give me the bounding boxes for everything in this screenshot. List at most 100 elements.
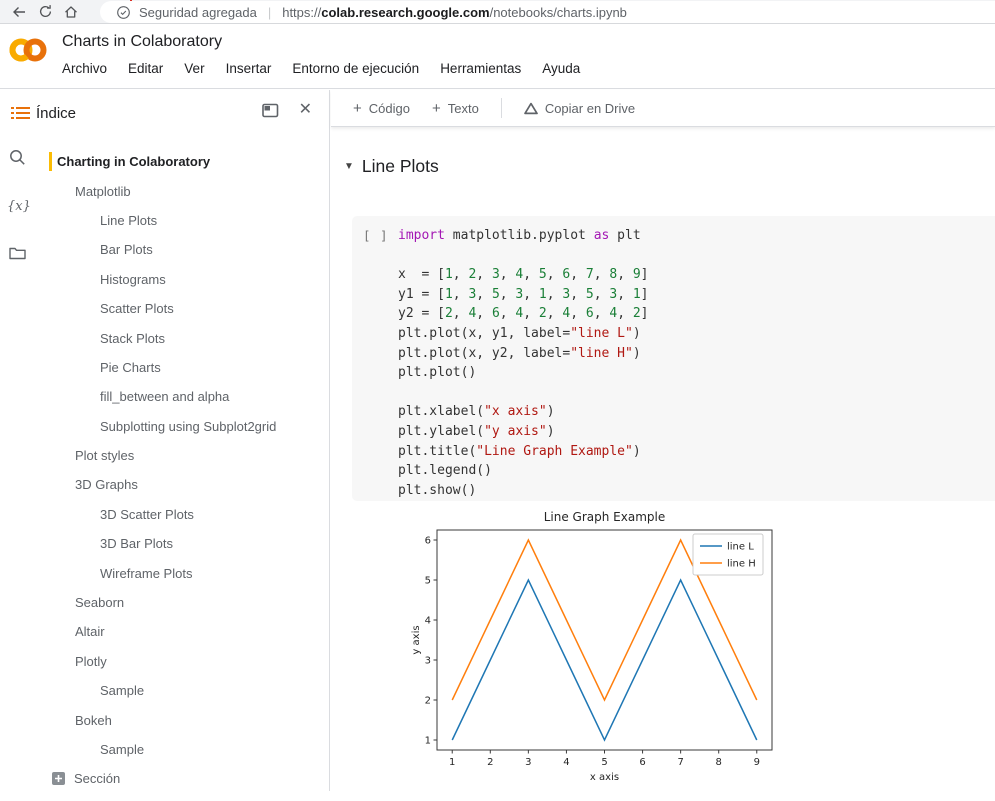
toc-item-wireframe-plots[interactable]: Wireframe Plots xyxy=(45,558,330,587)
sidebar-title: Índice xyxy=(36,105,76,122)
back-icon[interactable] xyxy=(6,1,32,23)
reload-icon[interactable] xyxy=(32,1,58,23)
code-editor[interactable]: import matplotlib.pyplot as plt x = [1, … xyxy=(398,226,649,500)
section-title: Line Plots xyxy=(362,156,439,177)
home-icon[interactable] xyxy=(58,1,84,23)
toc-item-scatter-plots[interactable]: Scatter Plots xyxy=(45,294,330,323)
legend-label-line-h: line H xyxy=(727,559,756,570)
menu-item-ver[interactable]: Ver xyxy=(184,61,204,76)
y-axis-label: y axis xyxy=(411,625,422,654)
menu-item-archivo[interactable]: Archivo xyxy=(62,61,107,76)
menu-item-entorno-de-ejecuci-n[interactable]: Entorno de ejecución xyxy=(292,61,419,76)
chart-title: Line Graph Example xyxy=(544,510,666,524)
code-line: plt.plot() xyxy=(398,363,649,383)
x-axis-label: x axis xyxy=(590,772,619,783)
toc-item-3d-scatter-plots[interactable]: 3D Scatter Plots xyxy=(45,500,330,529)
code-line: plt.title("Line Graph Example") xyxy=(398,442,649,462)
add-section-button[interactable]: Sección xyxy=(52,771,120,786)
toc-item-3d-graphs[interactable]: 3D Graphs xyxy=(45,470,330,499)
sidebar-header: Índice ✕ xyxy=(0,90,329,136)
toc-item-seaborn[interactable]: Seaborn xyxy=(45,588,330,617)
menu-item-ayuda[interactable]: Ayuda xyxy=(542,61,580,76)
toolbar-divider xyxy=(501,98,502,118)
toc-item-bokeh[interactable]: Bokeh xyxy=(45,705,330,734)
code-line: plt.plot(x, y1, label="line L") xyxy=(398,324,649,344)
toc-item-matplotlib[interactable]: Matplotlib xyxy=(45,176,330,205)
colab-header: Charts in Colaboratory Archivo Editar Ver I… xyxy=(0,24,995,89)
notebook-title[interactable]: Charts in Colaboratory xyxy=(62,33,222,51)
files-folder-icon[interactable] xyxy=(9,246,26,265)
svg-text:3: 3 xyxy=(425,656,431,667)
svg-text:1: 1 xyxy=(425,736,431,747)
toc-item-bar-plots[interactable]: Bar Plots xyxy=(45,235,330,264)
notebook-toolbar: + Código + Texto Copiar en Drive xyxy=(331,90,995,127)
svg-text:1: 1 xyxy=(449,757,455,768)
code-line: y2 = [2, 4, 6, 4, 2, 4, 6, 4, 2] xyxy=(398,304,649,324)
plus-icon: + xyxy=(353,102,362,115)
address-bar[interactable]: Seguridad agregada | https://colab.resea… xyxy=(100,1,995,23)
code-line: plt.show() xyxy=(398,481,649,501)
svg-text:6: 6 xyxy=(425,536,431,547)
svg-text:2: 2 xyxy=(487,757,493,768)
toc-item-altair[interactable]: Altair xyxy=(45,617,330,646)
toc-item-subplotting-using-subplot2grid[interactable]: Subplotting using Subplot2grid xyxy=(45,412,330,441)
url-text: https://colab.research.google.com/notebo… xyxy=(282,5,627,20)
plus-square-icon xyxy=(52,772,65,785)
svg-text:8: 8 xyxy=(716,757,722,768)
toc-item-charting-in-colaboratory[interactable]: Charting in Colaboratory xyxy=(45,147,330,176)
cell-run-prompt[interactable]: [ ] xyxy=(363,228,389,243)
toc-item-pie-charts[interactable]: Pie Charts xyxy=(45,353,330,382)
toc-item-sample[interactable]: Sample xyxy=(45,735,330,764)
code-line: plt.ylabel("y axis") xyxy=(398,422,649,442)
close-sidebar-icon[interactable]: ✕ xyxy=(299,102,312,118)
cell-output-area: Line Graph Example123456789123456x axisy… xyxy=(410,506,782,796)
colab-logo-icon[interactable] xyxy=(8,36,48,69)
code-line: plt.legend() xyxy=(398,461,649,481)
open-panel-icon[interactable] xyxy=(262,103,279,123)
section-header: ▼ Line Plots xyxy=(344,156,439,177)
toc-item-fill-between-and-alpha[interactable]: fill_between and alpha xyxy=(45,382,330,411)
line-chart-figure: Line Graph Example123456789123456x axisy… xyxy=(410,506,782,796)
collapse-section-icon[interactable]: ▼ xyxy=(344,161,354,172)
svg-text:7: 7 xyxy=(677,757,683,768)
toc-item-3d-bar-plots[interactable]: 3D Bar Plots xyxy=(45,529,330,558)
security-label: Seguridad agregada xyxy=(139,5,257,20)
toc-item-plotly[interactable]: Plotly xyxy=(45,647,330,676)
menu-item-editar[interactable]: Editar xyxy=(128,61,163,76)
menu-item-herramientas[interactable]: Herramientas xyxy=(440,61,521,76)
menu-item-insertar[interactable]: Insertar xyxy=(226,61,272,76)
svg-text:5: 5 xyxy=(601,757,607,768)
toc-sidebar: Índice ✕ {x} Charting in ColaboratoryMat… xyxy=(0,90,330,791)
code-line xyxy=(398,383,649,403)
toc-item-histograms[interactable]: Histograms xyxy=(45,265,330,294)
code-line: plt.xlabel("x axis") xyxy=(398,402,649,422)
notebook-main: + Código + Texto Copiar en Drive ▼ Line … xyxy=(331,90,995,791)
menu-bar: Archivo Editar Ver Insertar Entorno de ejecu… xyxy=(62,61,580,76)
svg-text:3: 3 xyxy=(525,757,531,768)
plus-icon: + xyxy=(432,102,441,115)
code-line: y1 = [1, 3, 5, 3, 1, 3, 5, 3, 1] xyxy=(398,285,649,305)
toc-item-line-plots[interactable]: Line Plots xyxy=(45,206,330,235)
toc-list-icon[interactable] xyxy=(11,106,30,125)
variables-icon[interactable]: {x} xyxy=(7,199,31,214)
code-cell[interactable]: [ ] import matplotlib.pyplot as plt x = … xyxy=(352,216,995,501)
toc-item-sample[interactable]: Sample xyxy=(45,676,330,705)
security-shield-icon[interactable] xyxy=(116,5,131,20)
svg-text:4: 4 xyxy=(563,757,569,768)
copy-to-drive-button[interactable]: Copiar en Drive xyxy=(524,101,635,116)
toc-item-stack-plots[interactable]: Stack Plots xyxy=(45,323,330,352)
add-code-button[interactable]: + Código xyxy=(353,101,410,116)
code-line: plt.plot(x, y2, label="line H") xyxy=(398,344,649,364)
table-of-contents: Charting in ColaboratoryMatplotlibLine P… xyxy=(45,147,330,764)
search-icon[interactable] xyxy=(9,149,26,171)
add-text-button[interactable]: + Texto xyxy=(432,101,479,116)
svg-text:2: 2 xyxy=(425,696,431,707)
code-line: import matplotlib.pyplot as plt xyxy=(398,226,649,246)
app-body: Índice ✕ {x} Charting in ColaboratoryMat… xyxy=(0,90,995,791)
drive-icon xyxy=(524,102,538,115)
svg-text:6: 6 xyxy=(639,757,645,768)
code-line xyxy=(398,246,649,266)
toc-item-plot-styles[interactable]: Plot styles xyxy=(45,441,330,470)
address-separator: | xyxy=(268,5,271,20)
legend-label-line-l: line L xyxy=(727,542,754,553)
